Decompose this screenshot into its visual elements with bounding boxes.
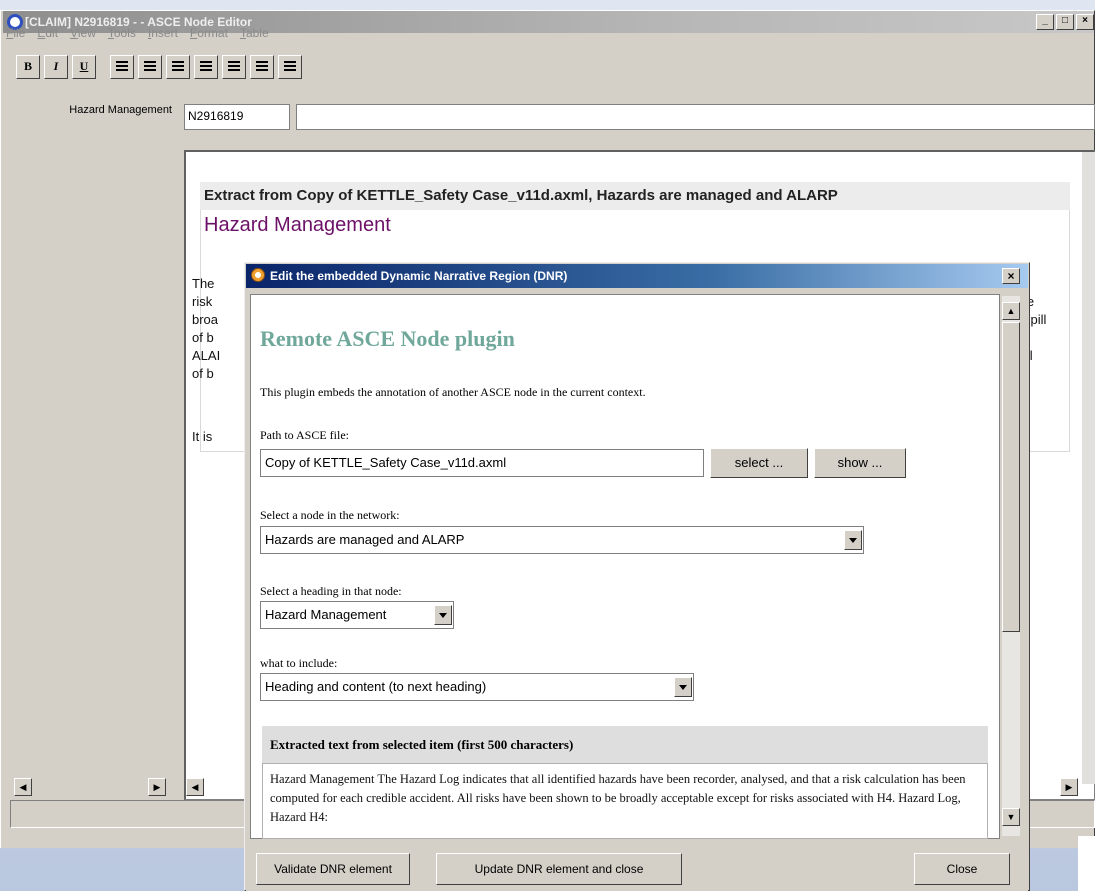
node-title-field[interactable] bbox=[296, 104, 1095, 130]
node-dropdown-value: Hazards are managed and ALARP bbox=[265, 532, 465, 547]
scroll-left-icon[interactable]: ◀ bbox=[186, 778, 204, 796]
select-file-button[interactable]: select ... bbox=[710, 448, 808, 478]
format-toolbar: B I U bbox=[16, 54, 302, 80]
doc-text-left: The risk broa of b ALAI of b bbox=[192, 276, 221, 381]
node-id-field[interactable]: N2916819 bbox=[184, 104, 290, 130]
heading-dropdown[interactable]: Hazard Management bbox=[260, 601, 454, 629]
scroll-up-icon[interactable]: ▲ bbox=[1002, 302, 1020, 320]
dialog-close-button[interactable]: × bbox=[1002, 268, 1020, 284]
update-and-close-button[interactable]: Update DNR element and close bbox=[436, 853, 682, 885]
node-select-label: Select a node in the network: bbox=[260, 508, 400, 522]
maximize-button[interactable]: □ bbox=[1056, 14, 1074, 30]
menu-file[interactable]: File bbox=[6, 26, 25, 44]
indent-icon[interactable] bbox=[194, 55, 218, 79]
heading-dropdown-value: Hazard Management bbox=[265, 607, 387, 622]
bold-button[interactable]: B bbox=[16, 55, 40, 79]
align-left-icon[interactable] bbox=[222, 55, 246, 79]
menu-table[interactable]: Table bbox=[240, 26, 269, 44]
doc-heading: Hazard Management bbox=[204, 214, 391, 236]
underline-button[interactable]: U bbox=[72, 55, 96, 79]
include-label: what to include: bbox=[260, 656, 338, 670]
menu-view[interactable]: View bbox=[70, 26, 96, 44]
include-dropdown[interactable]: Heading and content (to next heading) bbox=[260, 673, 694, 701]
align-right-icon[interactable] bbox=[278, 55, 302, 79]
extracted-text-header: Extracted text from selected item (first… bbox=[262, 726, 988, 764]
left-pane bbox=[10, 90, 176, 790]
chevron-down-icon[interactable] bbox=[674, 677, 692, 697]
include-dropdown-value: Heading and content (to next heading) bbox=[265, 679, 487, 694]
chevron-down-icon[interactable] bbox=[844, 530, 862, 550]
plugin-description: This plugin embeds the annotation of ano… bbox=[260, 385, 646, 399]
close-button[interactable]: Close bbox=[914, 853, 1010, 885]
scroll-right-icon[interactable]: ▶ bbox=[1060, 778, 1078, 796]
numbered-list-icon[interactable] bbox=[110, 55, 134, 79]
menu-format[interactable]: Format bbox=[190, 26, 228, 44]
outdent-icon[interactable] bbox=[166, 55, 190, 79]
plugin-title: Remote ASCE Node plugin bbox=[260, 326, 515, 351]
dialog-title: Edit the embedded Dynamic Narrative Regi… bbox=[270, 269, 568, 283]
menu-tools[interactable]: Tools bbox=[108, 26, 136, 44]
editor-vertical-scrollbar[interactable] bbox=[1082, 152, 1095, 784]
menu-edit[interactable]: Edit bbox=[37, 26, 58, 44]
scroll-down-icon[interactable]: ▼ bbox=[1002, 808, 1020, 826]
dialog-titlebar[interactable]: Edit the embedded Dynamic Narrative Regi… bbox=[246, 264, 1028, 288]
bullet-list-icon[interactable] bbox=[138, 55, 162, 79]
close-window-button[interactable]: × bbox=[1076, 14, 1094, 30]
menu-insert[interactable]: Insert bbox=[148, 26, 178, 44]
heading-select-label: Select a heading in that node: bbox=[260, 584, 402, 598]
chevron-down-icon[interactable] bbox=[434, 605, 452, 625]
path-label: Path to ASCE file: bbox=[260, 428, 350, 442]
dialog-app-icon bbox=[251, 268, 265, 282]
menubar: File Edit View Tools Insert Format Table bbox=[6, 26, 269, 44]
show-file-button[interactable]: show ... bbox=[814, 448, 906, 478]
nav-label: Hazard Management bbox=[69, 104, 172, 116]
italic-button[interactable]: I bbox=[44, 55, 68, 79]
node-dropdown[interactable]: Hazards are managed and ALARP bbox=[260, 526, 864, 554]
scroll-left-icon[interactable]: ◀ bbox=[14, 778, 32, 796]
extracted-text: Hazard Management The Hazard Log indicat… bbox=[270, 772, 966, 824]
doc-text-trailing: It is bbox=[192, 429, 213, 444]
path-input[interactable]: Copy of KETTLE_Safety Case_v11d.axml bbox=[260, 449, 704, 477]
scrollbar-thumb[interactable] bbox=[1002, 322, 1020, 632]
minimize-button[interactable]: _ bbox=[1036, 14, 1054, 30]
align-center-icon[interactable] bbox=[250, 55, 274, 79]
extract-header: Extract from Copy of KETTLE_Safety Case_… bbox=[200, 182, 1070, 210]
validate-button[interactable]: Validate DNR element bbox=[256, 853, 410, 885]
window-controls: _ □ × bbox=[1036, 14, 1094, 30]
scroll-right-icon[interactable]: ▶ bbox=[148, 778, 166, 796]
background-panel bbox=[1078, 836, 1095, 891]
